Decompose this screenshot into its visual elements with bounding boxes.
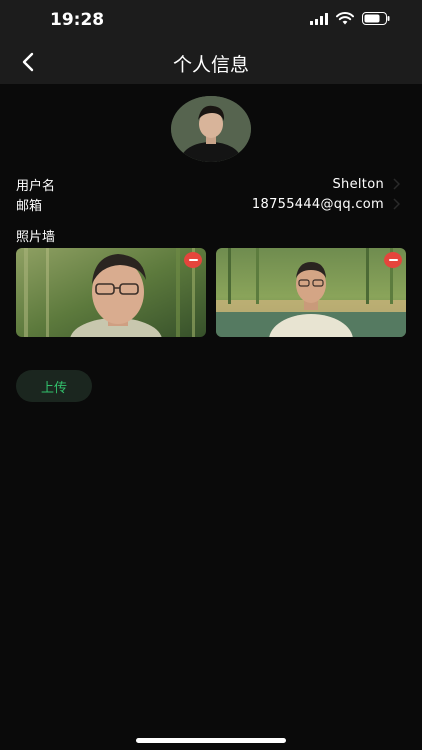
home-indicator (136, 738, 286, 743)
username-label: 用户名 (16, 178, 56, 194)
signal-icon (310, 12, 328, 25)
chevron-right-icon (393, 198, 400, 210)
status-bar: 19:28 (0, 0, 422, 40)
email-label: 邮箱 (16, 198, 43, 214)
photo-image (16, 248, 206, 337)
username-row[interactable]: 用户名 Shelton (16, 174, 400, 194)
upload-button[interactable]: 上传 (16, 370, 92, 402)
photo-wall-title: 照片墙 (16, 230, 56, 245)
minus-circle-icon[interactable] (384, 252, 402, 268)
page-title: 个人信息 (172, 54, 249, 76)
avatar-icon (171, 96, 251, 162)
status-icons (310, 12, 390, 25)
minus-circle-icon[interactable] (184, 252, 202, 268)
wifi-icon (336, 12, 354, 25)
battery-icon (362, 12, 390, 25)
chevron-right-icon (393, 178, 400, 190)
email-value: 18755444@qq.com (251, 196, 384, 212)
email-row[interactable]: 邮箱 18755444@qq.com (16, 194, 400, 214)
photo-item[interactable] (16, 248, 206, 337)
nav-bar: 个人信息 (0, 40, 422, 84)
avatar[interactable] (171, 96, 251, 162)
status-time: 19:28 (50, 10, 105, 30)
photo-image (216, 248, 406, 337)
username-value: Shelton (332, 176, 384, 192)
photo-item[interactable] (216, 248, 406, 337)
